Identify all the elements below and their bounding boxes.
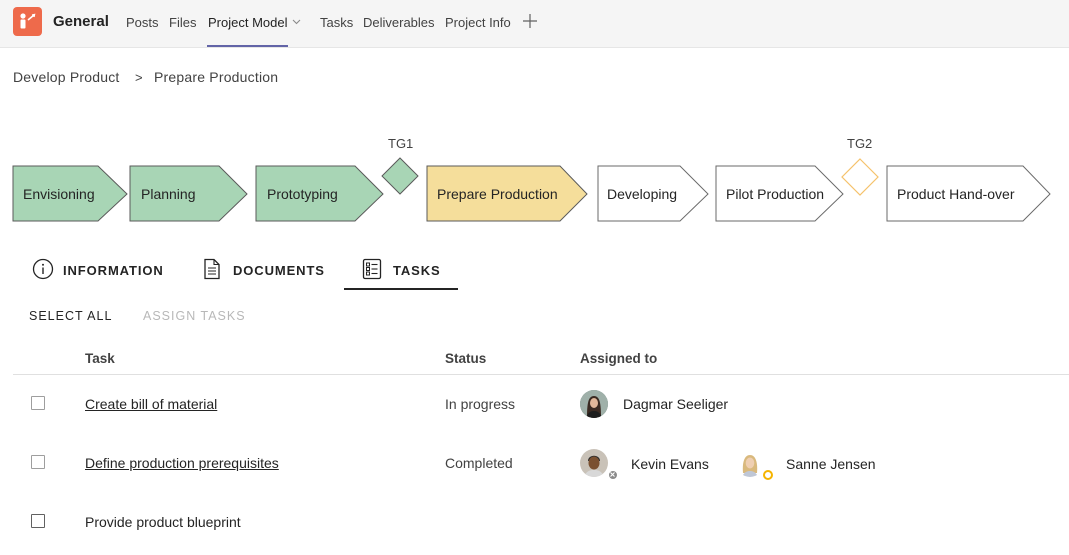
phase-prepare-production-label: Prepare Production	[437, 186, 558, 202]
table-header-divider	[13, 374, 1069, 375]
gate-tg1-label: TG1	[388, 136, 414, 151]
gate-tg1-shape[interactable]	[381, 157, 419, 195]
person-photo-icon	[580, 390, 608, 418]
active-tab-indicator	[207, 45, 288, 47]
assign-tasks-button[interactable]: ASSIGN TASKS	[143, 309, 246, 323]
info-icon	[32, 258, 54, 280]
channel-title[interactable]: General	[53, 13, 109, 30]
phase-pilot-production-label: Pilot Production	[726, 186, 825, 202]
column-header-assigned-to: Assigned to	[580, 351, 658, 366]
column-header-status: Status	[445, 351, 487, 366]
tab-documents-label: DOCUMENTS	[233, 263, 325, 278]
document-icon	[204, 258, 220, 280]
top-bar: General Posts Files Project Model Tasks …	[0, 0, 1069, 48]
row-checkbox[interactable]	[31, 514, 45, 528]
tab-posts[interactable]: Posts	[126, 15, 159, 30]
avatar[interactable]	[580, 449, 608, 477]
task-link[interactable]: Create bill of material	[85, 396, 217, 412]
breadcrumb-item-prepare-production: Prepare Production	[154, 69, 279, 85]
tab-files[interactable]: Files	[169, 15, 196, 30]
process-flow: TG1 TG2 Envisioning Planning Prototyping…	[0, 125, 1069, 225]
breadcrumb-item-develop-product[interactable]: Develop Product	[13, 69, 120, 85]
checklist-icon	[362, 258, 382, 280]
phase-prototyping-label: Prototyping	[267, 186, 338, 202]
column-header-task: Task	[85, 351, 115, 366]
person-photo-icon	[580, 449, 608, 477]
select-all-button[interactable]: SELECT ALL	[29, 309, 112, 323]
tab-deliverables[interactable]: Deliverables	[363, 15, 435, 30]
person-photo-icon	[736, 449, 764, 477]
task-title[interactable]: Provide product blueprint	[85, 514, 241, 530]
active-detail-tab-indicator	[344, 288, 458, 290]
phase-envisioning-label: Envisioning	[23, 186, 95, 202]
row-checkbox[interactable]	[31, 455, 45, 469]
tab-tasks-detail-label: TASKS	[393, 263, 441, 278]
gate-tg2-label: TG2	[847, 136, 873, 151]
phase-product-hand-over-label: Product Hand-over	[897, 186, 1015, 202]
tab-project-info[interactable]: Project Info	[445, 15, 511, 30]
presence-offline-icon	[608, 470, 618, 480]
phase-developing-label: Developing	[607, 186, 678, 202]
task-link[interactable]: Define production prerequisites	[85, 455, 279, 471]
tab-tasks-detail[interactable]: TASKS	[362, 258, 452, 281]
row-checkbox[interactable]	[31, 396, 45, 410]
task-status: In progress	[445, 396, 516, 412]
tab-tasks[interactable]: Tasks	[320, 15, 353, 30]
gate-tg2-shape[interactable]	[841, 158, 879, 196]
app-logo-icon	[20, 13, 36, 29]
assignee-name: Sanne Jensen	[786, 456, 876, 472]
tab-information-label: INFORMATION	[63, 263, 164, 278]
tab-documents[interactable]: DOCUMENTS	[203, 258, 325, 281]
presence-away-icon	[763, 470, 773, 480]
tab-information[interactable]: INFORMATION	[32, 258, 164, 281]
avatar[interactable]	[580, 390, 608, 418]
avatar[interactable]	[736, 449, 764, 477]
task-status: Completed	[445, 455, 513, 471]
assignee-name: Kevin Evans	[631, 456, 709, 472]
add-tab-icon[interactable]	[522, 13, 538, 29]
phase-planning-label: Planning	[141, 186, 196, 202]
chevron-down-icon[interactable]	[292, 19, 301, 25]
process-flow-shapes	[12, 157, 1051, 222]
app-icon[interactable]	[13, 7, 42, 36]
breadcrumb-separator: >	[135, 70, 143, 85]
tab-project-model[interactable]: Project Model	[208, 15, 287, 30]
assignee-name: Dagmar Seeliger	[623, 396, 729, 412]
